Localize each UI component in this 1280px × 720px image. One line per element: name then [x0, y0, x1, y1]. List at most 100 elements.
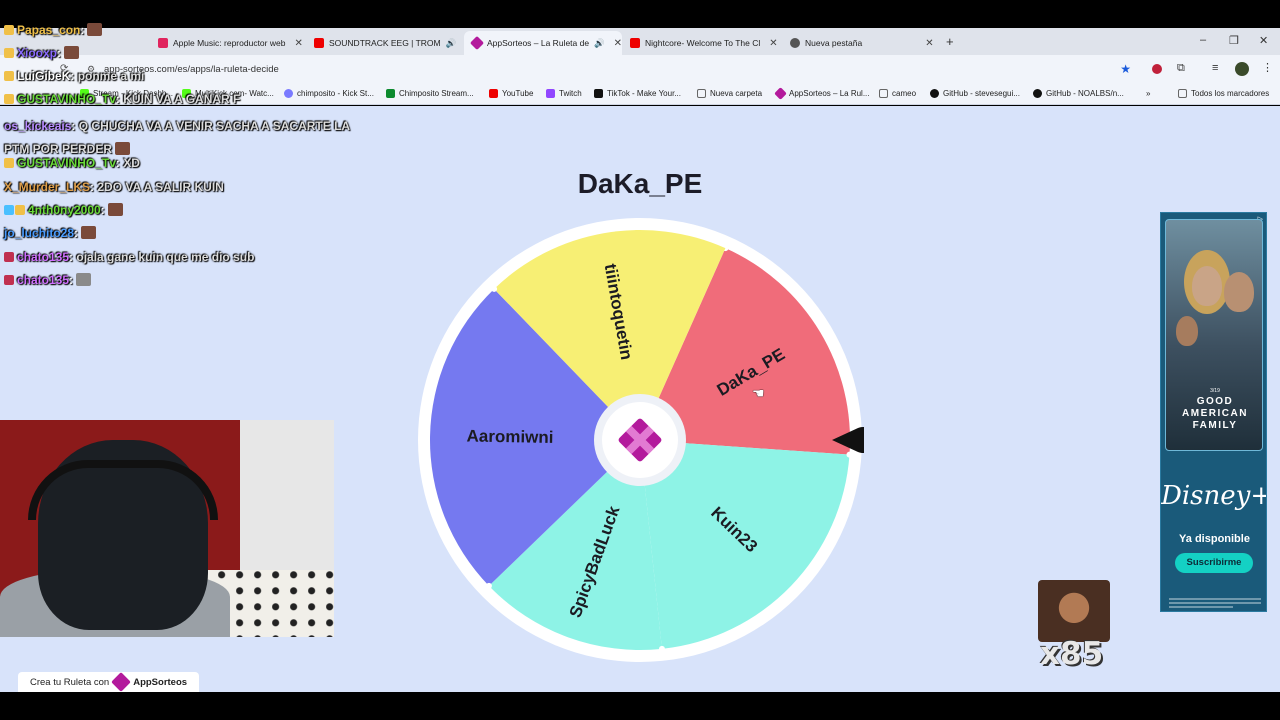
emote-icon: [107, 203, 123, 216]
bookmark-item[interactable]: TikTok - Make Your...: [594, 89, 681, 98]
bookmark-item[interactable]: GitHub - NOALBS/n...: [1033, 89, 1124, 98]
subscribe-button[interactable]: Suscribirme: [1175, 553, 1253, 573]
chat-message: chato135: ojala gane kuin que me dio sub: [4, 250, 254, 264]
emote-icon: [76, 273, 92, 286]
chat-message: 4nth0ny2000:: [4, 203, 123, 217]
bookmarks-overflow[interactable]: »: [1146, 89, 1150, 98]
close-icon[interactable]: ✕: [925, 38, 933, 49]
youtube-icon: [630, 38, 640, 48]
tab-appsorteos[interactable]: AppSorteos – La Ruleta de 🔊 ✕: [464, 31, 622, 55]
person-badge-icon: [4, 252, 14, 262]
chat-message: GUSTAVINHO_Tv: XD: [4, 156, 140, 170]
minimize-button[interactable]: –: [1200, 34, 1206, 46]
hand-cursor-icon: ☚: [752, 385, 765, 401]
speaker-icon[interactable]: 🔊: [446, 38, 457, 49]
ad-show-title: GOOD AMERICAN FAMILY: [1182, 396, 1248, 431]
tab-apple-music[interactable]: Apple Music: reproductor web ✕: [150, 31, 306, 55]
bookmark-folder[interactable]: Nueva carpeta: [697, 89, 762, 98]
apple-music-icon: [158, 38, 168, 48]
webcam-feed: [0, 420, 334, 637]
wheel-divider-dot: [485, 582, 492, 589]
folder-icon: [1178, 89, 1187, 98]
youtube-icon: [489, 89, 498, 98]
bookmark-item[interactable]: GitHub - stevesegui...: [930, 89, 1020, 98]
ad-fine-print: [1169, 598, 1261, 608]
crown-badge-icon: [4, 71, 14, 81]
crown-badge-icon: [4, 158, 14, 168]
bookmark-item[interactable]: Twitch: [546, 89, 582, 98]
more-menu-icon[interactable]: ⋮: [1262, 61, 1273, 74]
tiktok-icon: [594, 89, 603, 98]
tab-new[interactable]: Nueva pestaña ✕: [782, 31, 940, 55]
ad-figure-face: [1192, 266, 1222, 306]
chat-message: Papas_con:: [4, 23, 103, 37]
appsorteos-icon: [774, 87, 787, 100]
close-window-button[interactable]: ✕: [1259, 34, 1268, 47]
create-wheel-badge[interactable]: Crea tu Ruleta con AppSorteos: [18, 672, 200, 692]
emote-combo-counter: x85: [1040, 636, 1104, 672]
chevron-right-icon: »: [1146, 89, 1151, 98]
tab-label: Nueva pestaña: [805, 38, 863, 48]
browser-tab-bar: Apple Music: reproductor web ✕ SOUNDTRAC…: [0, 28, 1280, 55]
crown-badge-icon: [4, 25, 14, 35]
ad-brand: Disney+: [1161, 481, 1267, 511]
extension-icon[interactable]: [1152, 64, 1162, 74]
close-icon[interactable]: ✕: [614, 38, 622, 49]
person-badge-icon: [4, 275, 14, 285]
emote-icon: [115, 142, 131, 155]
bookmark-star-icon[interactable]: ★: [1120, 62, 1131, 76]
tab-label: Nightcore- Welcome To The Cl: [645, 38, 761, 48]
tab-label: SOUNDTRACK EEG | TROM: [329, 38, 441, 48]
all-bookmarks[interactable]: Todos los marcadores: [1178, 89, 1269, 98]
footer-brand: AppSorteos: [133, 676, 188, 688]
address-bar[interactable]: ⚙ app-sorteos.com/es/apps/la-ruleta-deci…: [78, 59, 1143, 81]
emote-icon: [87, 23, 103, 36]
media-control-icon[interactable]: ≡: [1212, 62, 1218, 74]
chat-message: jo_luchito28:: [4, 226, 97, 240]
ad-poster: 3/19 GOOD AMERICAN FAMILY: [1165, 219, 1263, 451]
maximize-button[interactable]: ❐: [1229, 34, 1239, 47]
wheel-segment-label: Aaromiwni: [466, 426, 553, 447]
bookmark-item[interactable]: AppSorteos – La Rul...: [774, 87, 870, 100]
appsorteos-logo-icon: [111, 672, 132, 692]
footer-text: Crea tu Ruleta con: [30, 676, 110, 688]
extensions-puzzle-icon[interactable]: ⧉: [1177, 62, 1185, 75]
new-tab-button[interactable]: +: [946, 34, 954, 49]
ad-available-text: Ya disponible: [1179, 533, 1250, 545]
bookmark-item[interactable]: chimposito - Kick St...: [284, 89, 374, 98]
crown-badge-icon: [4, 48, 14, 58]
youtube-icon: [314, 38, 324, 48]
profile-avatar[interactable]: [1235, 62, 1249, 76]
disney-plus-ad[interactable]: ▷ 3/19 GOOD AMERICAN FAMILY Disney+ Ya d…: [1160, 212, 1267, 612]
bookmark-item[interactable]: YouTube: [489, 89, 533, 98]
speaker-icon[interactable]: 🔊: [594, 38, 605, 49]
close-icon[interactable]: ✕: [294, 38, 302, 49]
kick-icon: [386, 89, 395, 98]
globe-icon: [790, 38, 800, 48]
gift-badge-icon: [15, 205, 25, 215]
chat-message: Xiooxp:: [4, 46, 80, 60]
ad-figure-face: [1176, 316, 1198, 346]
tab-label: AppSorteos – La Ruleta de: [487, 38, 590, 48]
chat-message: os_kickeais: Q CHUCHA VA A VENIR SACHA A…: [4, 119, 350, 156]
tab-label: Apple Music: reproductor web: [173, 38, 286, 48]
folder-icon: [879, 89, 888, 98]
tab-nightcore[interactable]: Nightcore- Welcome To The Cl ✕: [622, 31, 780, 55]
emote-icon: [64, 46, 80, 59]
bookmark-item[interactable]: Chimposito Stream...: [386, 89, 474, 98]
github-icon: [930, 89, 939, 98]
sword-badge-icon: [4, 205, 14, 215]
screen: Apple Music: reproductor web ✕ SOUNDTRAC…: [0, 0, 1280, 720]
appsorteos-icon: [469, 35, 485, 51]
wheel-divider-dot: [846, 451, 853, 458]
github-icon: [1033, 89, 1042, 98]
chat-message: LuiGibeK: ponme a mi: [4, 69, 144, 83]
ad-date: 3/19: [1210, 388, 1220, 394]
twitch-icon: [546, 89, 555, 98]
roulette-wheel[interactable]: DaKa_PEKuin23SpicyBadLuckAaromiwnitiiint…: [418, 218, 864, 664]
crown-badge-icon: [4, 94, 14, 104]
emote-combo-image: [1038, 580, 1110, 642]
tab-soundtrack[interactable]: SOUNDTRACK EEG | TROM 🔊 ✕: [306, 31, 464, 55]
bookmark-folder[interactable]: cameo: [879, 89, 916, 98]
close-icon[interactable]: ✕: [769, 38, 777, 49]
